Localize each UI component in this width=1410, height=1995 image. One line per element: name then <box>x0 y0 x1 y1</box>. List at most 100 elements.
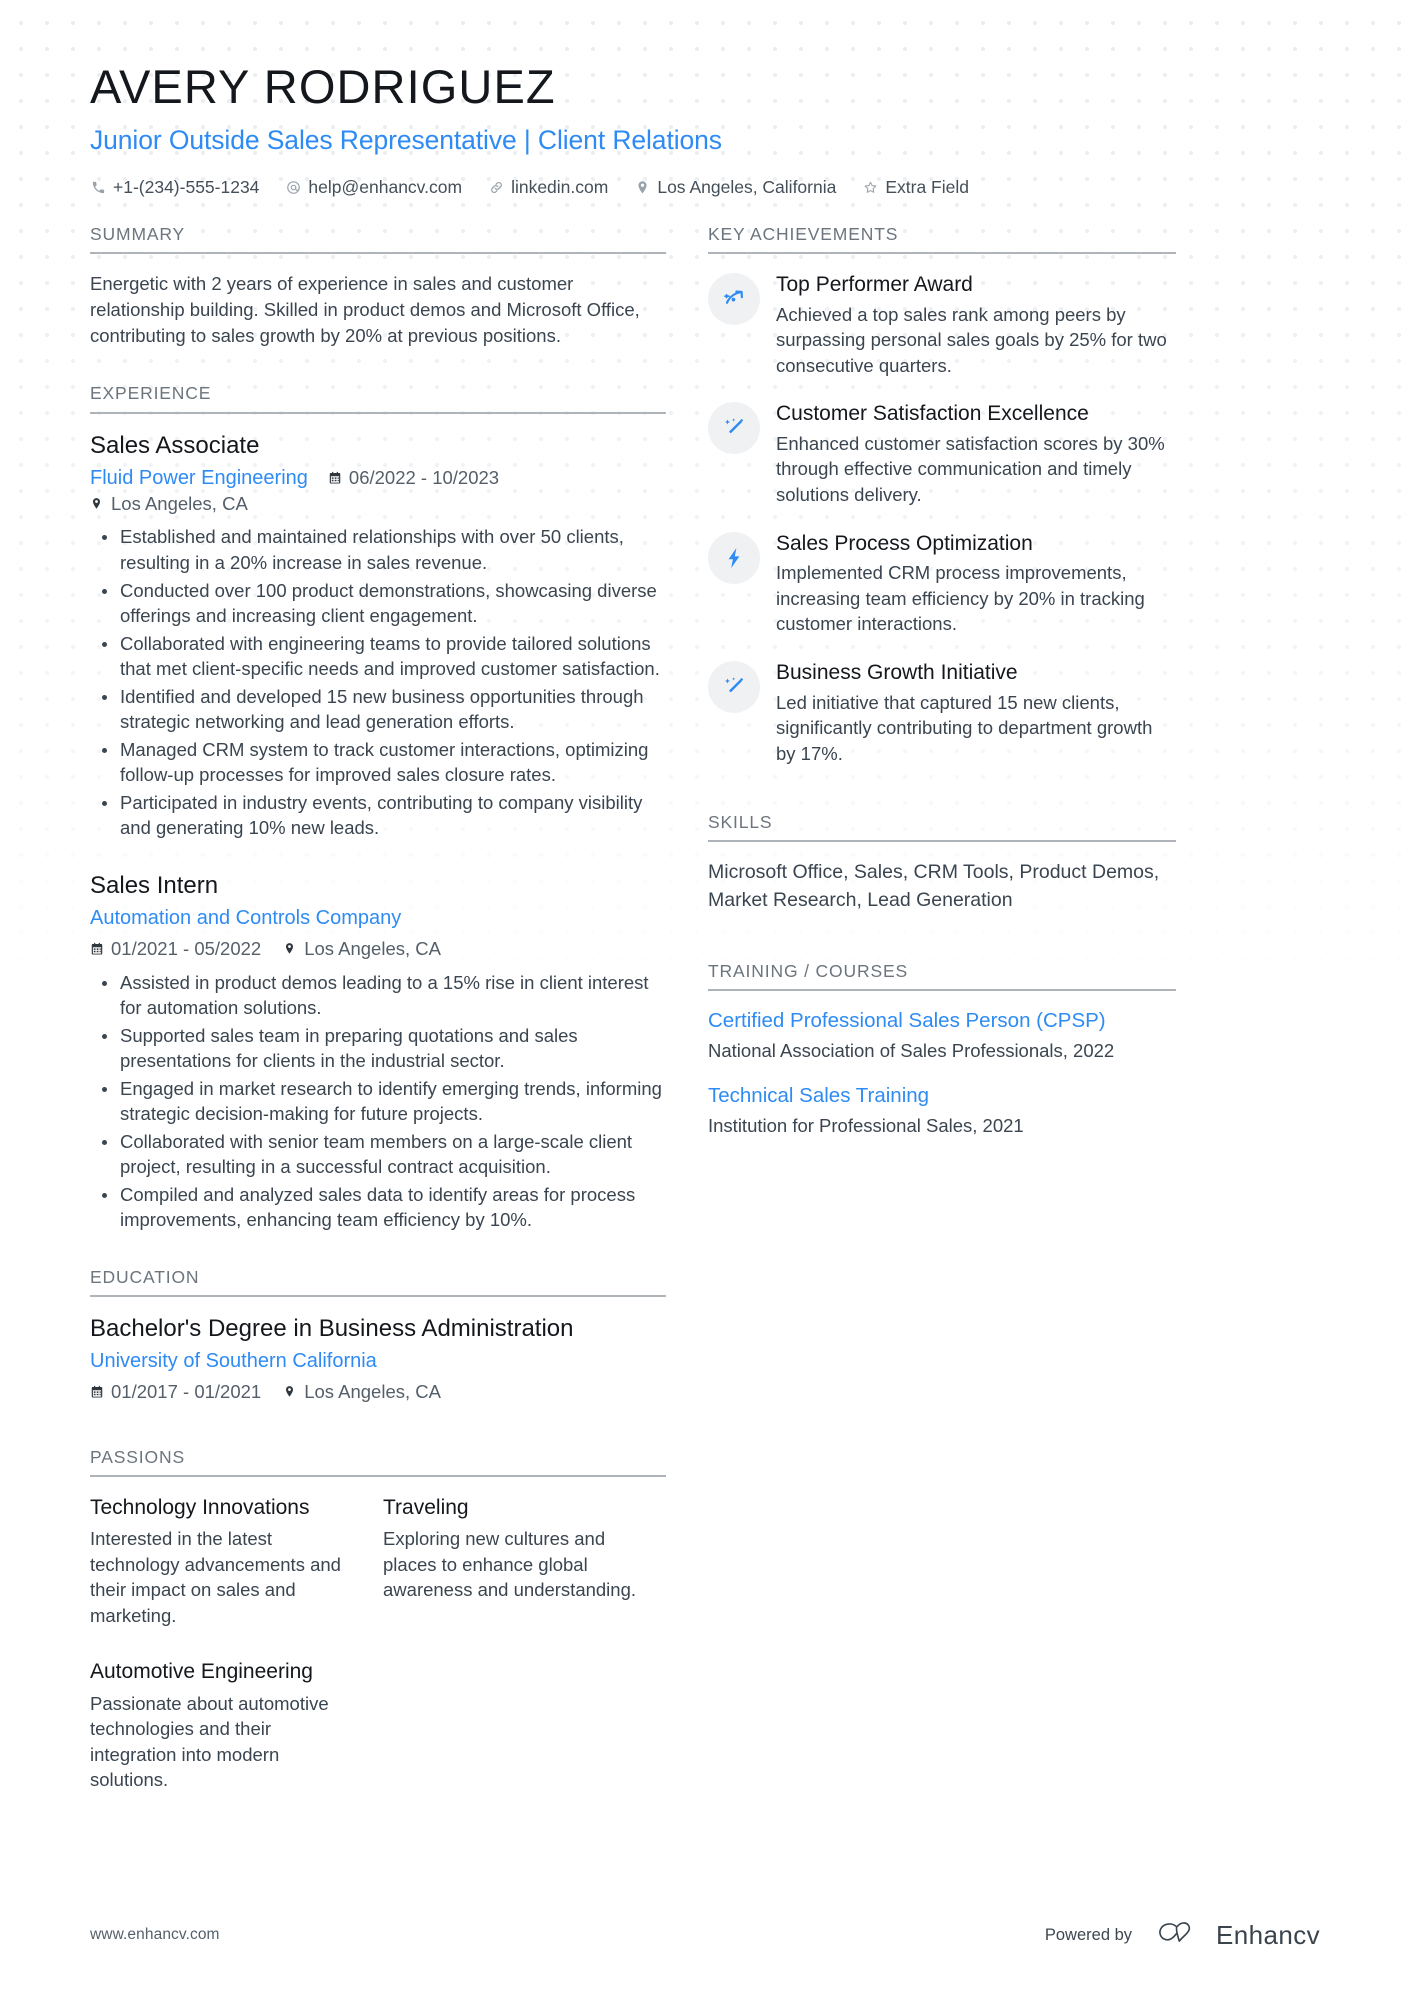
section-key-achievements: KEY ACHIEVEMENTS Top Performer Award Ach… <box>708 224 1176 767</box>
experience-bullet: Managed CRM system to track customer int… <box>102 737 666 788</box>
section-training-courses: TRAINING / COURSES Certified Professiona… <box>708 961 1176 1138</box>
section-education: EDUCATION Bachelor's Degree in Business … <box>90 1267 666 1405</box>
experience-bullet: Supported sales team in preparing quotat… <box>102 1023 666 1074</box>
experience-company[interactable]: Automation and Controls Company <box>90 905 666 931</box>
achievement-item: Top Performer Award Achieved a top sales… <box>708 271 1176 378</box>
section-body-skills: Microsoft Office, Sales, CRM Tools, Prod… <box>708 842 1176 914</box>
experience-meta-line: 01/2021 - 05/2022 Los Angeles, CA <box>90 936 666 962</box>
education-meta-line: 01/2017 - 01/2021 Los Angeles, CA <box>90 1379 666 1405</box>
education-degree: Bachelor's Degree in Business Administra… <box>90 1314 574 1342</box>
experience-dates-text: 01/2021 - 05/2022 <box>111 937 262 959</box>
section-experience: EXPERIENCE Sales Associate Fluid Power E… <box>90 383 666 1232</box>
location-icon <box>283 942 297 955</box>
experience-bullet: Engaged in market research to identify e… <box>102 1076 666 1127</box>
experience-bullet: Participated in industry events, contrib… <box>102 790 666 841</box>
experience-location: Los Angeles, CA <box>283 936 441 962</box>
contact-email-text: help@enhancv.com <box>308 176 463 197</box>
passions-grid: Technology Innovations Interested in the… <box>90 1494 666 1793</box>
left-column: SUMMARY Energetic with 2 years of experi… <box>90 224 666 1793</box>
enhancv-brand-name: Enhancv <box>1216 1919 1320 1950</box>
achievement-text: Business Growth Initiative Led initiativ… <box>776 659 1176 766</box>
calendar-icon <box>328 471 342 485</box>
achievement-title: Customer Satisfaction Excellence <box>776 402 1089 426</box>
contact-location-text: Los Angeles, California <box>657 176 837 197</box>
section-title-passions: PASSIONS <box>90 1447 666 1477</box>
education-dates: 01/2017 - 01/2021 <box>90 1379 261 1405</box>
resume-content: AVERY RODRIGUEZ Junior Outside Sales Rep… <box>0 0 1410 1793</box>
education-dates-text: 01/2017 - 01/2021 <box>111 1380 262 1402</box>
resume-page: AVERY RODRIGUEZ Junior Outside Sales Rep… <box>0 0 1410 1995</box>
passion-item: Traveling Exploring new cultures and pla… <box>383 1494 636 1628</box>
education-location: Los Angeles, CA <box>283 1379 441 1405</box>
achievement-text: Top Performer Award Achieved a top sales… <box>776 271 1176 378</box>
passion-name: Traveling <box>383 1495 469 1519</box>
calendar-icon <box>90 942 104 956</box>
experience-company[interactable]: Fluid Power Engineering <box>90 465 308 491</box>
experience-dates: 06/2022 - 10/2023 <box>328 465 499 491</box>
achievement-title: Business Growth Initiative <box>776 660 1018 684</box>
email-icon <box>285 180 301 195</box>
enhancv-brand: Enhancv <box>1154 1919 1320 1952</box>
course-item: Technical Sales Training Institution for… <box>708 1083 1176 1138</box>
candidate-name: AVERY RODRIGUEZ <box>90 60 556 113</box>
section-body-experience: Sales Associate Fluid Power Engineering … <box>90 414 666 1233</box>
course-detail: Institution for Professional Sales, 2021 <box>708 1114 1024 1136</box>
achievement-item: Customer Satisfaction Excellence Enhance… <box>708 400 1176 507</box>
education-school[interactable]: University of Southern California <box>90 1348 666 1374</box>
course-name[interactable]: Technical Sales Training <box>708 1083 1176 1110</box>
passion-item: Automotive Engineering Passionate about … <box>90 1658 343 1792</box>
section-title-skills: SKILLS <box>708 812 1176 843</box>
experience-bullet: Established and maintained relationships… <box>102 524 666 575</box>
experience-dates: 01/2021 - 05/2022 <box>90 936 261 962</box>
summary-text: Energetic with 2 years of experience in … <box>90 272 640 347</box>
section-summary: SUMMARY Energetic with 2 years of experi… <box>90 224 666 350</box>
contact-phone-text: +1-(234)-555-1234 <box>113 176 260 197</box>
contact-extra-field[interactable]: Extra Field <box>862 177 969 198</box>
experience-location-text: Los Angeles, CA <box>304 937 441 959</box>
location-icon <box>634 180 650 195</box>
contact-phone[interactable]: +1-(234)-555-1234 <box>90 177 259 198</box>
contact-linkedin[interactable]: linkedin.com <box>488 177 608 198</box>
experience-meta: Automation and Controls Company 01/2021 … <box>90 905 666 962</box>
course-name[interactable]: Certified Professional Sales Person (CPS… <box>708 1008 1176 1035</box>
powered-by-label: Powered by <box>1044 1925 1133 1944</box>
star-icon <box>862 180 878 195</box>
experience-bullet: Compiled and analyzed sales data to iden… <box>102 1182 666 1233</box>
achievement-title: Top Performer Award <box>776 272 973 296</box>
education-location-text: Los Angeles, CA <box>304 1380 441 1402</box>
experience-meta: Fluid Power Engineering 06/2022 - 10/202… <box>90 465 666 517</box>
experience-bullets: Assisted in product demos leading to a 1… <box>90 970 666 1233</box>
experience-location: Los Angeles, CA <box>90 491 248 517</box>
achievement-text: Sales Process Optimization Implemented C… <box>776 530 1176 637</box>
achievement-text: Customer Satisfaction Excellence Enhance… <box>776 400 1176 507</box>
section-body-passions: Technology Innovations Interested in the… <box>90 1477 666 1793</box>
achievement-description: Achieved a top sales rank among peers by… <box>776 303 1167 376</box>
achievement-description: Enhanced customer satisfaction scores by… <box>776 432 1165 505</box>
experience-bullet: Collaborated with senior team members on… <box>102 1129 666 1180</box>
contact-location[interactable]: Los Angeles, California <box>634 177 836 198</box>
experience-bullets: Established and maintained relationships… <box>90 524 666 840</box>
section-passions: PASSIONS Technology Innovations Interest… <box>90 1447 666 1793</box>
section-body-key-achievements: Top Performer Award Achieved a top sales… <box>708 254 1176 767</box>
location-icon <box>283 1385 297 1398</box>
experience-bullet: Conducted over 100 product demonstration… <box>102 578 666 629</box>
achievement-description: Led initiative that captured 15 new clie… <box>776 691 1153 764</box>
section-body-training-courses: Certified Professional Sales Person (CPS… <box>708 991 1176 1138</box>
lightning-bolt-icon <box>708 531 760 584</box>
resume-columns: SUMMARY Energetic with 2 years of experi… <box>90 224 1320 1793</box>
experience-entry: Sales Associate Fluid Power Engineering … <box>90 431 666 841</box>
magic-wand-icon <box>708 402 760 455</box>
experience-location-text: Los Angeles, CA <box>111 492 248 514</box>
experience-entry: Sales Intern Automation and Controls Com… <box>90 871 666 1233</box>
section-skills: SKILLS Microsoft Office, Sales, CRM Tool… <box>708 812 1176 915</box>
section-title-key-achievements: KEY ACHIEVEMENTS <box>708 224 1176 254</box>
section-title-experience: EXPERIENCE <box>90 383 666 414</box>
achievement-description: Implemented CRM process improvements, in… <box>776 562 1145 635</box>
passion-description: Passionate about automotive technologies… <box>90 1692 329 1791</box>
resume-footer: www.enhancv.com Powered by Enhancv <box>0 1875 1410 1995</box>
contact-email[interactable]: help@enhancv.com <box>285 177 462 198</box>
magic-wand-icon <box>708 660 760 713</box>
footer-website-url[interactable]: www.enhancv.com <box>90 1926 220 1944</box>
passion-name: Automotive Engineering <box>90 1660 313 1684</box>
experience-bullet: Assisted in product demos leading to a 1… <box>102 970 666 1021</box>
